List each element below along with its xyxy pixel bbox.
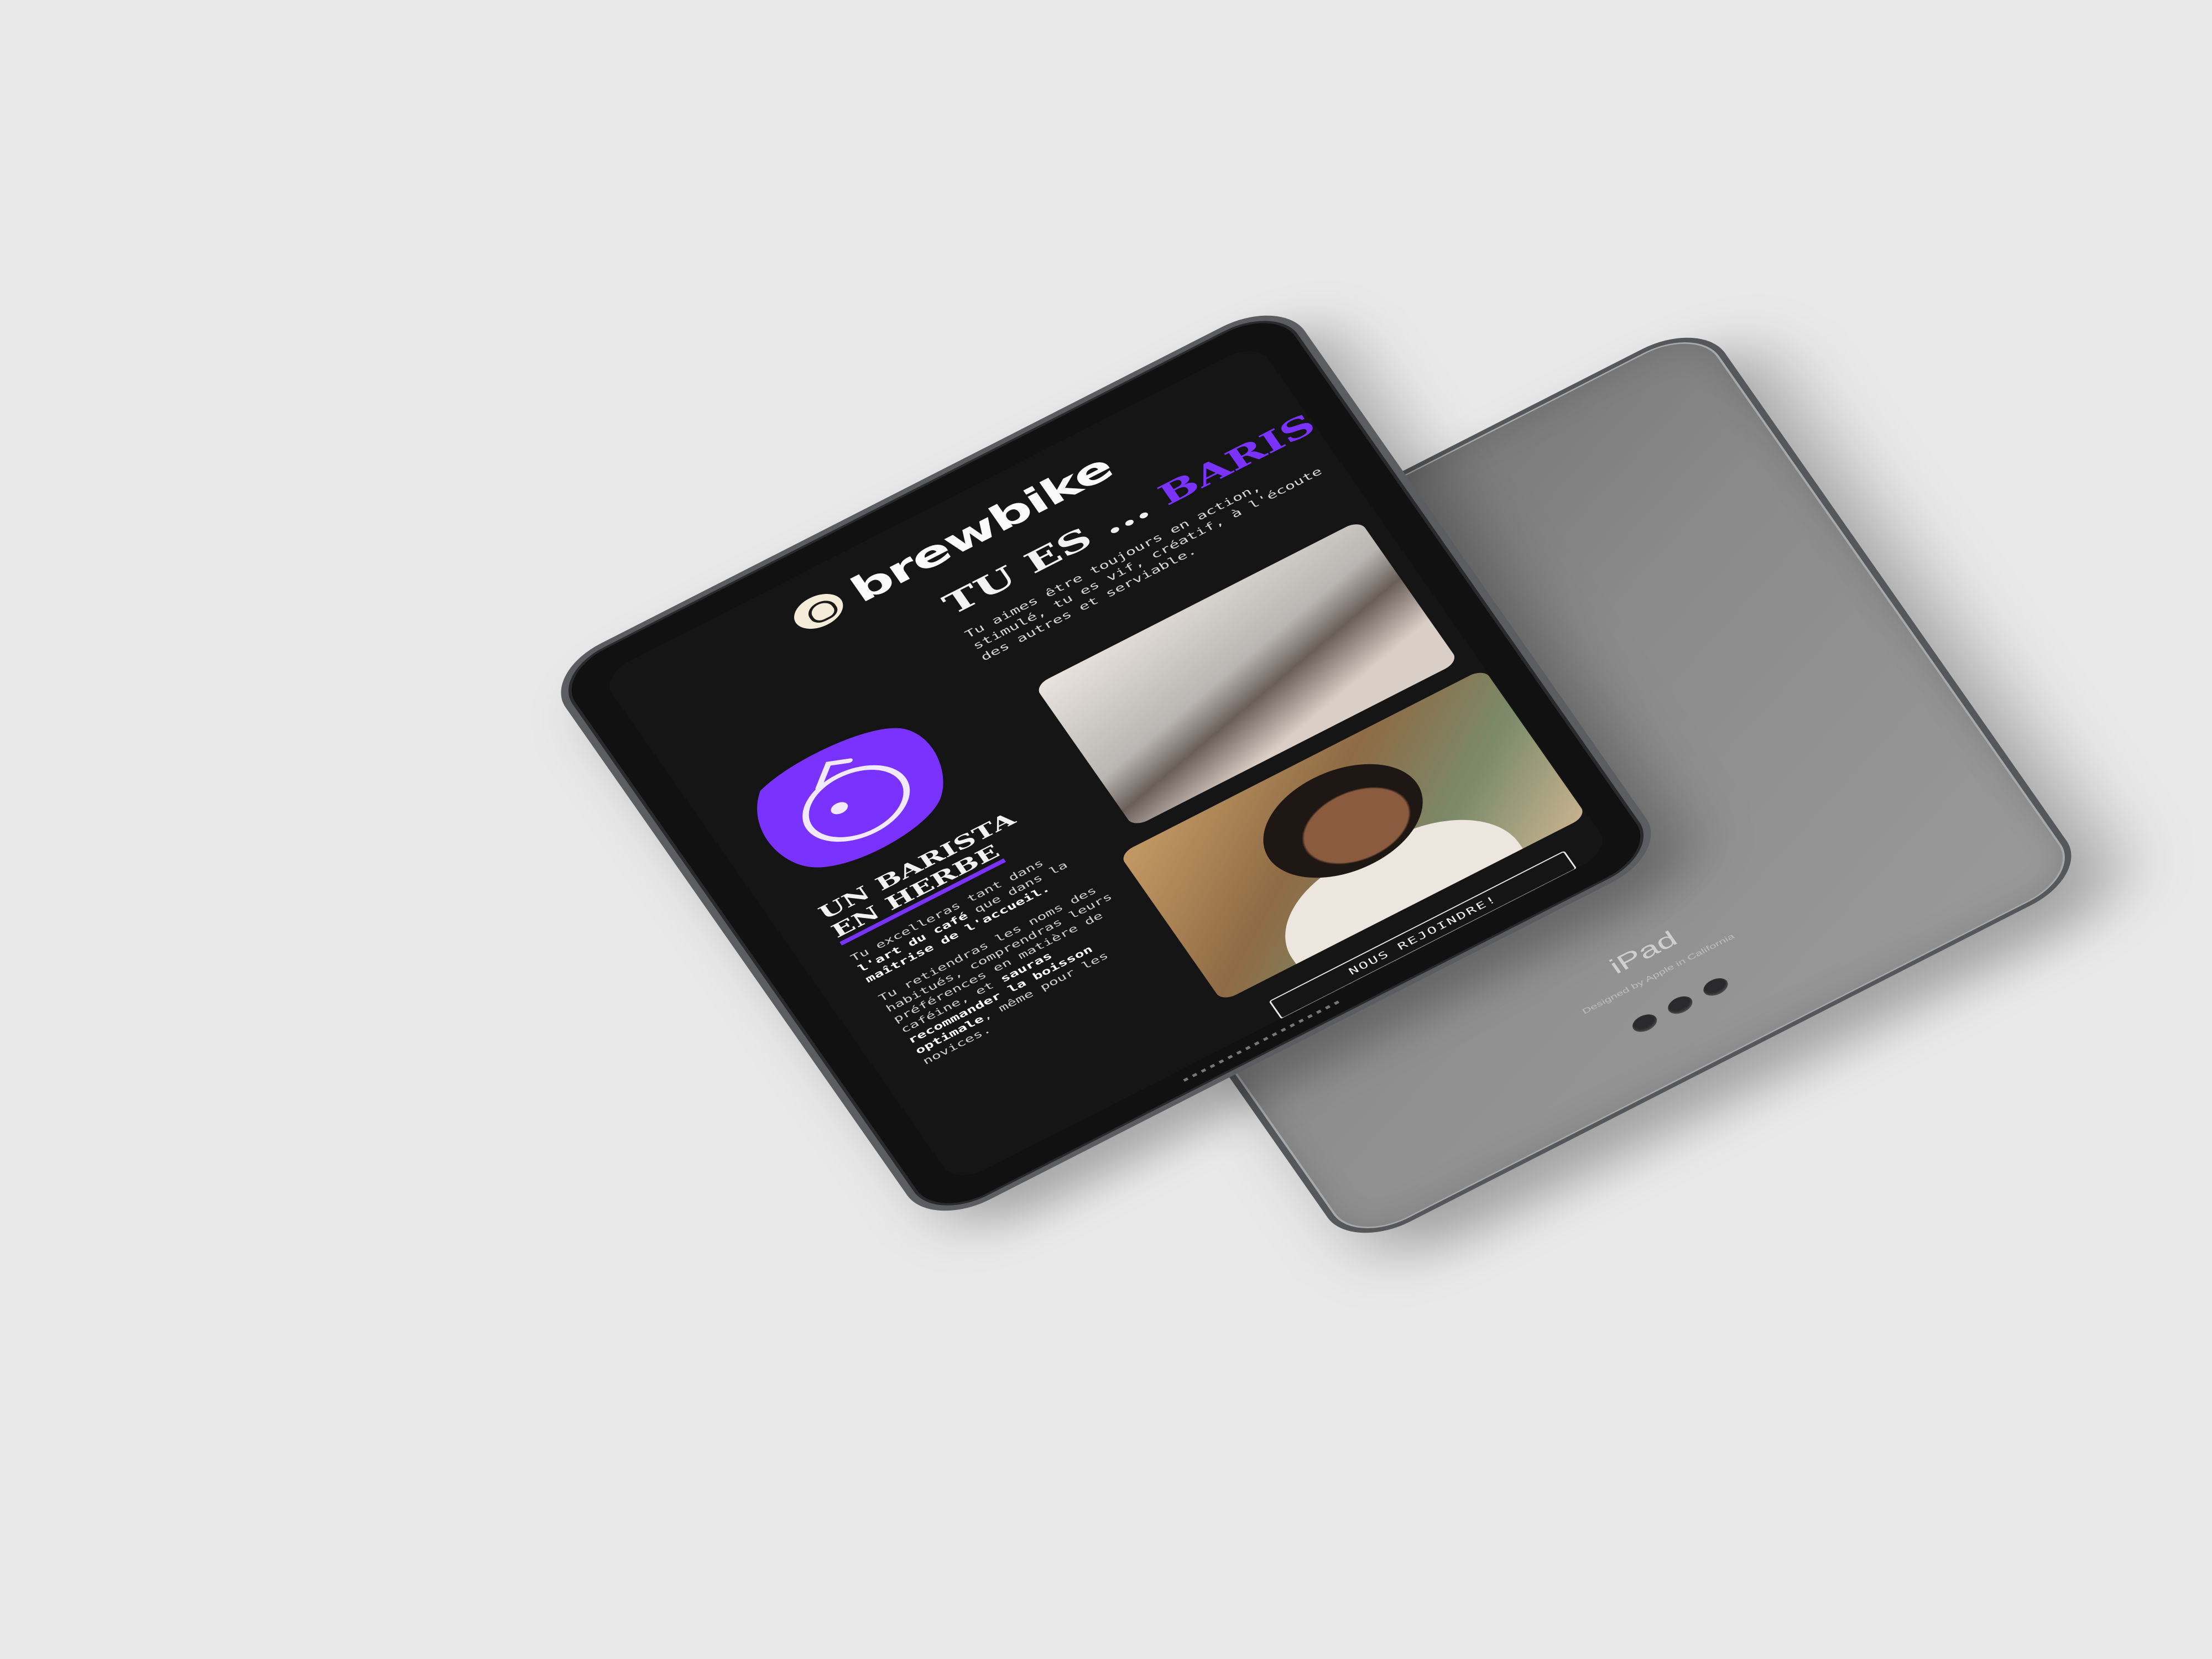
connector-pin [1664, 993, 1697, 1018]
brewbike-logo-icon[interactable] [786, 586, 851, 636]
mockup-scene: iPad Designed by Apple in California bre… [0, 0, 2212, 1659]
connector-pin [1629, 1010, 1661, 1036]
connector-pin [1699, 974, 1732, 1000]
